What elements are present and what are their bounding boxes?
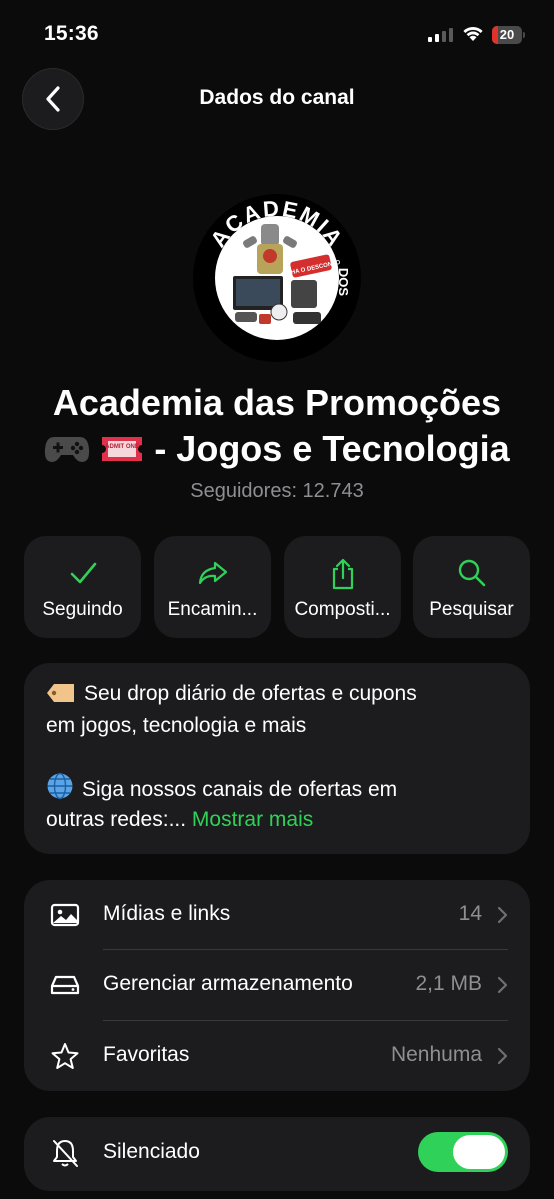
- forward-icon: [198, 561, 227, 585]
- share-icon: [332, 558, 353, 590]
- channel-name-line-2-text: - Jogos e Tecnologia: [154, 428, 510, 469]
- search-button[interactable]: Pesquisar: [413, 536, 530, 638]
- search-icon: [458, 559, 485, 587]
- mute-toggle[interactable]: [418, 1132, 508, 1172]
- channel-name-line-2: ADMIT ONE - Jogos e Tecnologia: [20, 426, 534, 472]
- status-bar: 15:36 20: [0, 0, 554, 70]
- forward-button[interactable]: Encamin...: [154, 536, 271, 638]
- chevron-right-icon: [497, 906, 508, 924]
- action-buttons: Seguindo Encamin... Composti... Pesquisa…: [24, 536, 530, 638]
- channel-name-line-1: Academia das Promoções: [52, 382, 502, 423]
- favorites-row[interactable]: Favoritas Nenhuma: [24, 1021, 530, 1091]
- battery-level-text: 20: [499, 27, 515, 42]
- show-more-link[interactable]: Mostrar mais: [192, 808, 313, 831]
- photo-icon: [50, 903, 80, 927]
- chevron-right-icon: [497, 1047, 508, 1065]
- followers-count: Seguidores: 12.743: [190, 480, 364, 502]
- media-links-row[interactable]: Mídias e links 14: [24, 880, 530, 950]
- description-line-4: outras redes:...: [46, 808, 187, 831]
- cellular-signal-icon: [428, 28, 453, 42]
- game-controller-emoji-icon: [45, 437, 90, 462]
- share-button-label: Composti...: [294, 599, 391, 620]
- media-links-count: 14: [458, 902, 482, 925]
- globe-emoji-icon: [47, 772, 73, 800]
- admission-ticket-emoji-icon: ADMIT ONE: [102, 437, 143, 461]
- wifi-icon: [463, 26, 483, 41]
- storage-icon: [50, 975, 80, 995]
- star-icon: [51, 1043, 79, 1069]
- bell-slash-icon: [53, 1140, 78, 1167]
- storage-size-value: 2,1 MB: [415, 972, 482, 995]
- chevron-right-icon: [497, 976, 508, 994]
- description-line-2: em jogos, tecnologia e mais: [46, 714, 307, 737]
- forward-button-label: Encamin...: [167, 599, 258, 620]
- channel-info-list: Mídias e links 14 Gerenciar armazenament…: [24, 880, 530, 1091]
- share-button[interactable]: Composti...: [284, 536, 401, 638]
- label-tag-emoji-icon: [47, 684, 74, 702]
- navigation-bar: Dados do canal: [0, 66, 554, 132]
- following-button-label: Seguindo: [42, 599, 123, 620]
- description-line-1: Seu drop diário de ofertas e cupons: [84, 682, 417, 705]
- page-title: Dados do canal: [199, 86, 355, 109]
- favorites-label: Favoritas: [103, 1043, 190, 1066]
- manage-storage-label: Gerenciar armazenamento: [103, 972, 353, 995]
- channel-avatar[interactable]: ACADEMIA GAMERS DOS OLHA O DESCONTO: [193, 194, 361, 362]
- media-links-label: Mídias e links: [103, 902, 231, 925]
- logo-ring-text-side: DOS: [336, 268, 351, 297]
- channel-logo: ACADEMIA GAMERS DOS OLHA O DESCONTO: [194, 195, 360, 361]
- manage-storage-row[interactable]: Gerenciar armazenamento 2,1 MB: [24, 950, 530, 1020]
- mute-toggle-knob: [453, 1135, 505, 1169]
- battery-indicator: 20: [492, 26, 526, 44]
- description-line-3: Siga nossos canais de ofertas em: [82, 778, 398, 801]
- favorites-value: Nenhuma: [390, 1043, 482, 1066]
- status-time: 15:36: [44, 22, 99, 45]
- following-button[interactable]: Seguindo: [24, 536, 141, 638]
- channel-name: Academia das Promoções ADMIT ONE - Jogos…: [20, 380, 534, 472]
- channel-description: Seu drop diário de ofertas e cupons em j…: [24, 663, 530, 854]
- ticket-text: ADMIT ONE: [105, 444, 139, 450]
- checkmark-icon: [70, 562, 96, 584]
- mute-label: Silenciado: [103, 1140, 200, 1163]
- mute-row: Silenciado: [24, 1117, 530, 1191]
- search-button-label: Pesquisar: [429, 599, 514, 620]
